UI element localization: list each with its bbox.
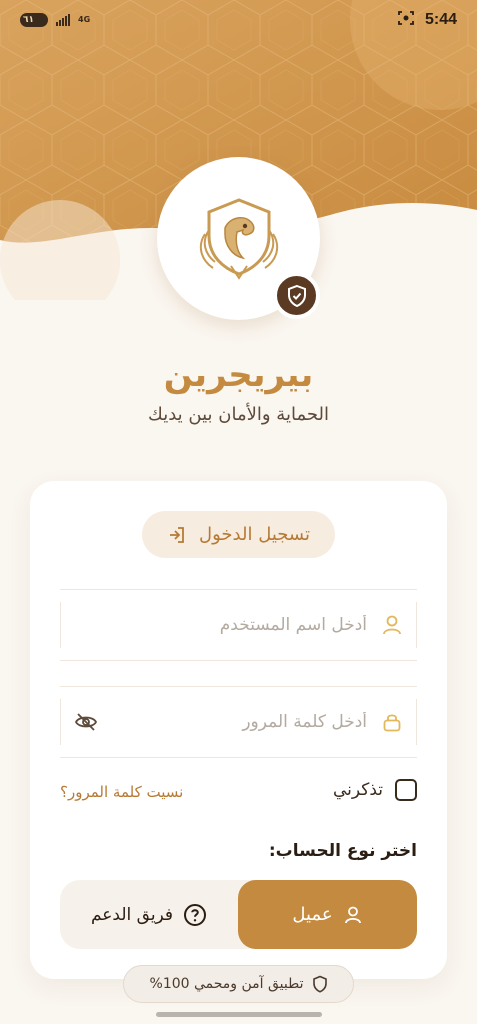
username-input[interactable] <box>72 605 379 645</box>
login-tab[interactable]: تسجيل الدخول <box>142 511 335 558</box>
lock-icon <box>379 709 405 735</box>
account-type-support-label: فريق الدعم <box>90 904 174 925</box>
home-indicator <box>156 1012 322 1017</box>
network-type: 4G <box>78 15 91 24</box>
remember-checkbox[interactable] <box>395 779 417 801</box>
battery-level: ٦١ <box>23 15 34 25</box>
secure-app-badge: تطبيق آمن ومحمي 100% <box>123 965 354 1003</box>
shield-check-icon <box>287 284 306 307</box>
password-input[interactable] <box>100 702 379 742</box>
status-left: ٦١ 4G <box>20 13 90 27</box>
secure-app-label: تطبيق آمن ومحمي 100% <box>149 976 304 992</box>
verified-shield-badge <box>273 272 320 319</box>
account-type-selector: عميل فريق الدعم <box>60 880 417 949</box>
screen-record-icon <box>397 10 415 30</box>
login-tab-label: تسجيل الدخول <box>199 524 310 545</box>
login-arrow-icon <box>170 526 184 543</box>
app-name: بيريجرين <box>163 355 314 395</box>
password-field[interactable] <box>60 686 417 758</box>
user-icon <box>344 906 361 923</box>
remember-label: تذكرني <box>332 780 383 800</box>
account-type-customer-label: عميل <box>292 904 333 925</box>
login-card: تسجيل الدخول أدخل اسم المستخدم تذكرني نس… <box>30 481 447 979</box>
user-icon <box>379 612 405 638</box>
account-type-customer[interactable]: عميل <box>238 880 417 949</box>
clock: 5:44 <box>424 11 457 28</box>
forgot-password-link[interactable]: نسيت كلمة المرور؟ <box>60 783 183 801</box>
status-right: 5:44 <box>397 10 457 30</box>
app-tagline: الحماية والأمان بين يديك <box>148 404 329 425</box>
remember-me[interactable]: تذكرني <box>333 779 417 801</box>
help-circle-icon <box>184 903 207 926</box>
username-field[interactable] <box>60 589 417 661</box>
account-type-support[interactable]: فريق الدعم <box>60 880 238 949</box>
battery-indicator: ٦١ <box>20 13 48 27</box>
account-type-label: اختر نوع الحساب: <box>268 841 417 861</box>
signal-icon <box>56 14 70 26</box>
eye-off-icon[interactable] <box>72 708 100 736</box>
shield-icon <box>312 975 327 993</box>
falcon-emblem-icon <box>199 197 278 280</box>
status-bar: ٦١ 4G 5:44 <box>0 0 477 40</box>
